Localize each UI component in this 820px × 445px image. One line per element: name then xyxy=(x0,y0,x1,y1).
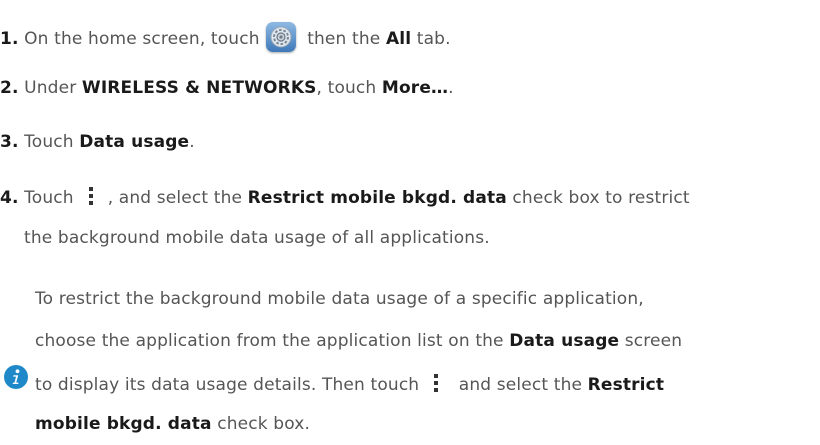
step-text: tab. xyxy=(411,29,451,49)
step-text: . xyxy=(189,132,195,152)
all-tab-label: All xyxy=(385,29,412,49)
step-text: then the xyxy=(301,29,386,49)
step-number: 1. xyxy=(0,29,19,49)
step-text: , and select the xyxy=(107,188,248,208)
step-number: 2. xyxy=(0,78,19,98)
step-2: 2. Under WIRELESS & NETWORKS, touch More… xyxy=(0,76,454,100)
settings-gear-icon xyxy=(265,22,296,52)
mobile-bkgd-data-label: mobile bkgd. data xyxy=(35,414,212,434)
step-text: Touch xyxy=(18,188,74,208)
note-line-1: To restrict the background mobile data u… xyxy=(35,287,644,311)
more-label: More… xyxy=(381,78,449,98)
step-number: 4. xyxy=(0,188,19,208)
data-usage-label: Data usage xyxy=(79,132,190,152)
step-text: . xyxy=(448,78,454,98)
step-text: the background mobile data usage of all … xyxy=(24,228,490,248)
menu-kebab-icon xyxy=(423,372,449,394)
step-text: On the home screen, touch xyxy=(18,29,260,49)
info-icon xyxy=(4,365,28,389)
note-text: To restrict the background mobile data u… xyxy=(35,289,644,309)
instruction-page: 1. On the home screen, touch then the Al… xyxy=(0,0,820,445)
restrict-mobile-bkgd-data-label: Restrict mobile bkgd. data xyxy=(247,188,507,208)
note-line-4: mobile bkgd. data check box. xyxy=(35,412,310,436)
step-text: , touch xyxy=(316,78,382,98)
note-text: screen xyxy=(619,331,683,351)
data-usage-label: Data usage xyxy=(509,331,620,351)
step-1: 1. On the home screen, touch then the Al… xyxy=(0,22,451,52)
step-number: 3. xyxy=(0,132,19,152)
step-text: check box to restrict xyxy=(506,188,690,208)
wireless-networks-label: WIRELESS & NETWORKS xyxy=(81,78,317,98)
note-text: to display its data usage details. Then … xyxy=(35,375,420,395)
note-text: choose the application from the applicat… xyxy=(35,331,510,351)
menu-kebab-icon xyxy=(78,185,104,207)
restrict-label: Restrict xyxy=(587,375,665,395)
step-4: 4. Touch , and select the Restrict mobile… xyxy=(0,185,690,210)
note-text: and select the xyxy=(453,375,588,395)
note-line-3: to display its data usage details. Then … xyxy=(35,372,664,397)
step-text: Touch xyxy=(18,132,80,152)
step-text: Under xyxy=(18,78,82,98)
note-line-2: choose the application from the applicat… xyxy=(35,329,682,353)
step-4-continued: the background mobile data usage of all … xyxy=(24,226,490,250)
note-text: check box. xyxy=(211,414,311,434)
step-3: 3. Touch Data usage. xyxy=(0,130,195,154)
